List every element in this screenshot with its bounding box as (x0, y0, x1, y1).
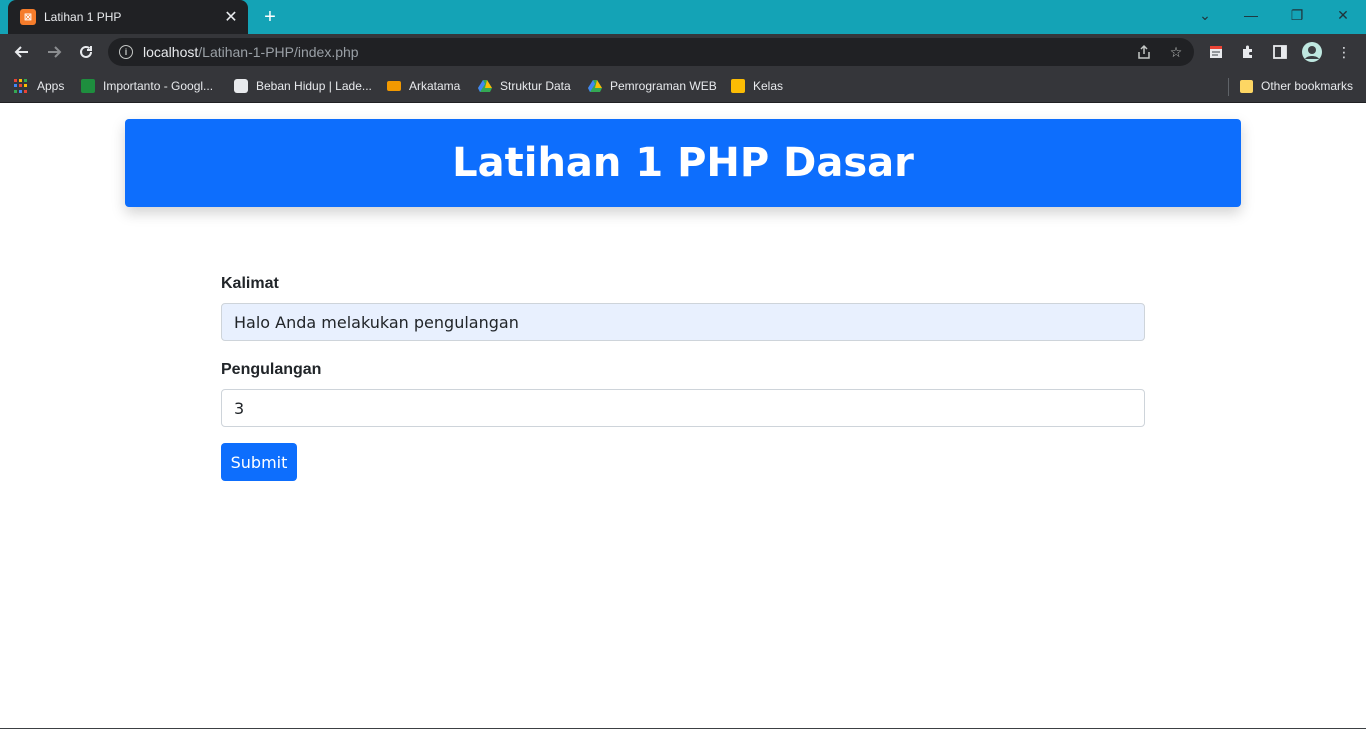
profile-avatar[interactable] (1302, 42, 1322, 62)
back-button[interactable] (8, 38, 36, 66)
restore-button[interactable]: ❐ (1274, 0, 1320, 30)
new-tab-button[interactable]: + (258, 5, 282, 29)
forward-button[interactable] (40, 38, 68, 66)
page-title: Latihan 1 PHP Dasar (452, 140, 914, 186)
google-drive-icon (588, 80, 602, 92)
tab-title: Latihan 1 PHP (44, 10, 122, 24)
pengulangan-label: Pengulangan (221, 361, 322, 378)
extensions-puzzle-icon[interactable] (1238, 42, 1258, 62)
arkatama-icon (387, 81, 401, 91)
bookmarks-bar: Apps Importanto - Googl... Beban Hidup |… (0, 70, 1366, 103)
tab-strip: ⊠ Latihan 1 PHP ✕ + ⌄ — ❐ ✕ (0, 0, 1366, 34)
pengulangan-input[interactable]: 3 (221, 389, 1145, 427)
submit-button[interactable]: Submit (221, 443, 297, 481)
close-window-button[interactable]: ✕ (1320, 0, 1366, 30)
bookmark-beban-hidup[interactable]: Beban Hidup | Lade... (234, 74, 372, 98)
bookmark-pemrograman-web[interactable]: Pemrograman WEB (588, 74, 717, 98)
bookmarks-divider (1228, 78, 1229, 96)
google-sheets-icon (81, 79, 95, 93)
pengulangan-value: 3 (234, 398, 245, 418)
url-text: localhost/Latihan-1-PHP/index.php (143, 44, 359, 60)
folder-icon (1240, 79, 1253, 93)
bookmark-struktur-data[interactable]: Struktur Data (478, 74, 571, 98)
kalimat-input[interactable]: Halo Anda melakukan pengulangan (221, 303, 1145, 341)
bookmark-arkatama[interactable]: Arkatama (387, 74, 460, 98)
kalimat-value: Halo Anda melakukan pengulangan (234, 312, 519, 332)
google-drive-icon (478, 80, 492, 92)
menu-kebab-icon[interactable]: ⋮ (1334, 42, 1354, 62)
kalimat-label: Kalimat (221, 275, 279, 292)
bookmark-importanto[interactable]: Importanto - Googl... (81, 74, 213, 98)
address-bar[interactable]: i localhost/Latihan-1-PHP/index.php ☆ (108, 38, 1194, 66)
page-header: Latihan 1 PHP Dasar (125, 119, 1241, 207)
browser-toolbar: i localhost/Latihan-1-PHP/index.php ☆ ⋮ (0, 34, 1366, 70)
apps-grid-icon (14, 79, 28, 93)
other-bookmarks-folder[interactable]: Other bookmarks (1240, 74, 1353, 98)
google-classroom-icon (731, 79, 745, 93)
clickup-icon (234, 79, 248, 93)
tab-search-icon[interactable]: ⌄ (1182, 0, 1228, 30)
side-panel-icon[interactable] (1270, 42, 1290, 62)
reload-button[interactable] (72, 38, 100, 66)
extension-icon[interactable] (1206, 42, 1226, 62)
xampp-icon: ⊠ (20, 9, 36, 25)
share-icon[interactable] (1136, 44, 1152, 60)
minimize-button[interactable]: — (1228, 0, 1274, 30)
page-content: Latihan 1 PHP Dasar Kalimat Halo Anda me… (0, 103, 1366, 729)
bookmark-apps[interactable]: Apps (14, 74, 64, 98)
bookmark-star-icon[interactable]: ☆ (1168, 44, 1184, 60)
browser-tab[interactable]: ⊠ Latihan 1 PHP ✕ (8, 0, 248, 34)
site-info-icon[interactable]: i (119, 45, 133, 59)
bookmark-kelas[interactable]: Kelas (731, 74, 783, 98)
close-tab-icon[interactable]: ✕ (222, 8, 240, 26)
